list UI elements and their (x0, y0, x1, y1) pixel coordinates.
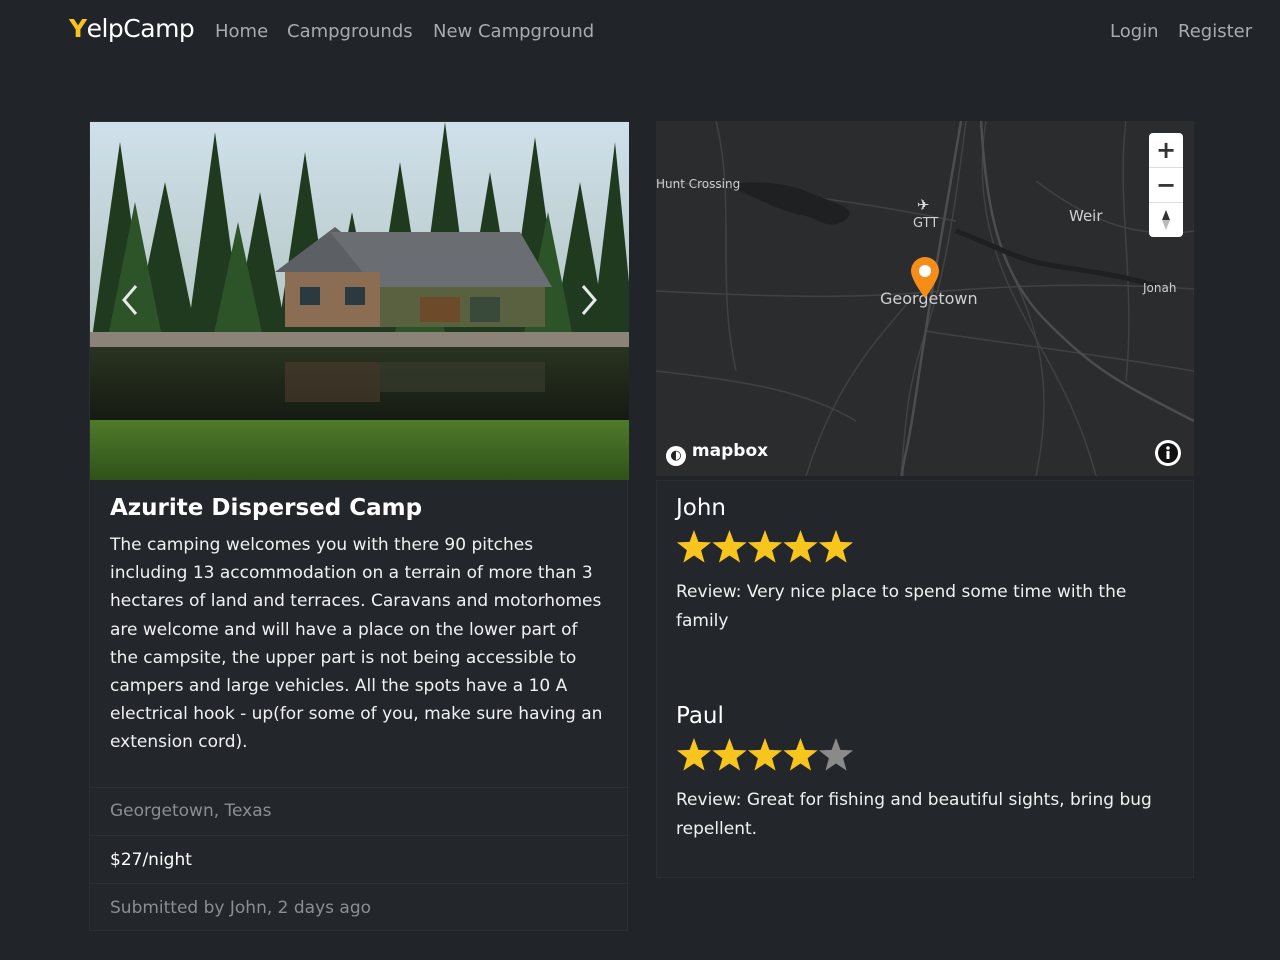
mapbox-logo-text: mapbox (691, 441, 769, 461)
review-item: John Review: Very nice place to spend so… (676, 495, 1176, 635)
star-filled-icon (818, 530, 854, 563)
airport-icon: ✈ (917, 196, 930, 214)
reviews-section: John Review: Very nice place to spend so… (656, 480, 1194, 878)
brand-logo[interactable]: YelpCamp (69, 14, 195, 43)
campground-map[interactable]: Hunt Crossing ✈ GTT Weir Georgetown Jona… (656, 121, 1194, 476)
campground-price: $27/night (90, 835, 629, 883)
review-text: Review: Very nice place to spend some ti… (676, 582, 1127, 631)
map-label-jonah: Jonah (1143, 281, 1177, 295)
campground-location: Georgetown, Texas (90, 787, 629, 835)
map-label-gtt: GTT (913, 216, 939, 231)
star-rating (676, 529, 1176, 565)
nav-new-campground-link[interactable]: New Campground (433, 21, 594, 42)
campground-description: The camping welcomes you with there 90 p… (110, 535, 603, 753)
chevron-left-icon (122, 285, 138, 315)
nav-register-link[interactable]: Register (1178, 21, 1252, 42)
review-author: Paul (676, 703, 724, 729)
star-rating (676, 737, 1176, 773)
review-text: Review: Great for fishing and beautiful … (676, 790, 1152, 839)
compass-icon (1162, 210, 1170, 230)
nav-home-link[interactable]: Home (215, 21, 268, 42)
campground-card: Azurite Dispersed Camp The camping welco… (89, 121, 629, 932)
campground-photo (90, 122, 629, 480)
zoom-out-button[interactable]: − (1149, 168, 1183, 202)
review-author: John (676, 495, 727, 521)
star-filled-icon (676, 530, 712, 563)
compass-button[interactable] (1149, 203, 1183, 237)
campground-submitted-by: Submitted by John, 2 days ago (90, 883, 629, 932)
chevron-right-icon (581, 285, 597, 315)
carousel-next-button[interactable] (573, 280, 603, 320)
map-label-hunt-crossing: Hunt Crossing (656, 177, 741, 191)
star-filled-icon (676, 738, 712, 771)
map-info-button[interactable] (1155, 440, 1181, 466)
carousel-prev-button[interactable] (116, 280, 146, 320)
map-label-weir: Weir (1069, 207, 1103, 225)
plus-icon: + (1155, 136, 1177, 164)
review-item: Paul Review: Great for fishing and beaut… (676, 703, 1176, 843)
campground-title: Azurite Dispersed Camp (110, 495, 423, 521)
mapbox-logo[interactable]: ◐ mapbox (666, 441, 768, 466)
star-filled-icon (747, 738, 783, 771)
star-empty-icon (818, 738, 854, 771)
minus-icon: − (1155, 171, 1177, 199)
star-filled-icon (783, 530, 818, 563)
navbar: YelpCamp Home Campgrounds New Campground… (0, 0, 1280, 66)
campground-photo-carousel (90, 122, 629, 480)
nav-login-link[interactable]: Login (1110, 21, 1159, 42)
star-filled-icon (747, 530, 783, 563)
star-filled-icon (712, 738, 747, 771)
map-zoom-controls: + − (1149, 133, 1183, 237)
map-marker-icon[interactable] (909, 256, 941, 300)
campground-card-body: Azurite Dispersed Camp The camping welco… (110, 495, 610, 757)
zoom-in-button[interactable]: + (1149, 133, 1183, 167)
nav-campgrounds-link[interactable]: Campgrounds (287, 21, 413, 42)
star-filled-icon (712, 530, 747, 563)
mapbox-logo-icon: ◐ (666, 446, 686, 466)
info-icon (1158, 443, 1178, 463)
star-filled-icon (783, 738, 818, 771)
